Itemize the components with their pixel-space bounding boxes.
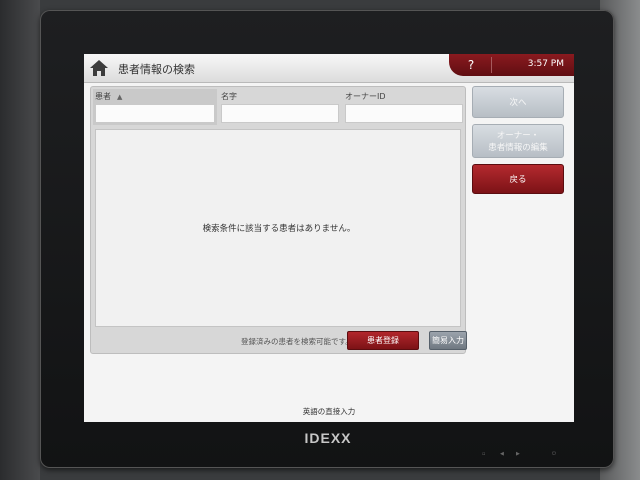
menu-button-icon[interactable]: ▫ [482, 451, 485, 457]
status-divider [491, 57, 492, 73]
left-arrow-icon[interactable]: ◀ [500, 451, 504, 457]
background-wall-left [0, 0, 40, 480]
status-area: ? 3:57 PM [449, 54, 574, 76]
column-owner-id: オーナーID [343, 89, 463, 125]
patient-search-input[interactable] [95, 104, 215, 123]
search-results[interactable]: 検索条件に該当する患者はありません。 [95, 129, 461, 327]
home-icon [90, 60, 108, 76]
last-name-search-input[interactable] [221, 104, 339, 123]
column-label-last-name: 名字 [221, 92, 237, 101]
column-last-name: 名字 [219, 89, 341, 125]
search-panel: 患者 ▲ 名字 オーナーID 検索条件に該当する患者はありません。 登録済みの患者… [90, 86, 467, 354]
brand-logo: IDEXX [304, 430, 352, 446]
page-title: 患者情報の検索 [118, 63, 195, 76]
column-label-patient: 患者 ▲ [95, 92, 123, 101]
direct-input-toggle[interactable]: 英語の直接入力 [84, 406, 574, 417]
title-bar: 患者情報の検索 ? 3:57 PM [84, 54, 574, 83]
edit-owner-patient-button[interactable]: オーナー・ 患者情報の編集 [472, 124, 564, 158]
edit-button-label-line1: オーナー・ [496, 131, 540, 141]
empty-results-message: 検索条件に該当する患者はありません。 [202, 224, 356, 234]
home-button[interactable] [89, 58, 109, 78]
owner-id-search-input[interactable] [345, 104, 463, 123]
help-button[interactable]: ? [463, 57, 479, 73]
power-icon[interactable]: ⏻ [552, 451, 556, 457]
clock: 3:57 PM [527, 59, 564, 69]
column-label-owner-id: オーナーID [345, 92, 386, 101]
sort-ascending-icon[interactable]: ▲ [117, 93, 122, 101]
right-arrow-icon[interactable]: ▶ [516, 451, 520, 457]
screen: 患者情報の検索 ? 3:57 PM 患者 ▲ 名字 オーナーID 検索条件に該当す… [84, 54, 574, 422]
column-patient: 患者 ▲ [93, 89, 217, 125]
next-button[interactable]: 次へ [472, 86, 564, 118]
register-patient-button[interactable]: 患者登録 [347, 331, 419, 350]
quick-entry-button[interactable]: 簡易入力 [429, 331, 467, 350]
search-hint: 登録済みの患者を検索可能です。 [241, 337, 353, 346]
back-button[interactable]: 戻る [472, 164, 564, 194]
edit-button-label-line2: 患者情報の編集 [488, 143, 548, 153]
